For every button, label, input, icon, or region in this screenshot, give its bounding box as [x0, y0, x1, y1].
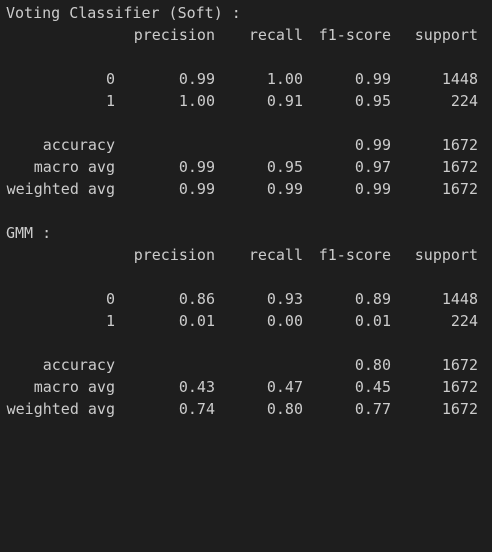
precision-value: 0.99 — [178, 70, 215, 88]
macro-avg-label: macro avg — [33, 158, 115, 176]
recall-value: 0.47 — [266, 378, 303, 396]
precision-value: 1.00 — [178, 92, 215, 110]
weighted-avg-row: weighted avg 0.74 0.80 0.77 1672 — [6, 398, 486, 420]
header-support: support — [414, 246, 478, 264]
support-value: 1672 — [441, 180, 478, 198]
recall-value: 0.93 — [266, 290, 303, 308]
accuracy-row: accuracy 0.99 1672 — [6, 134, 486, 156]
f1-value: 0.45 — [354, 378, 391, 396]
header-recall: recall — [248, 26, 303, 44]
recall-value: 1.00 — [266, 70, 303, 88]
f1-value: 0.99 — [354, 180, 391, 198]
weighted-avg-row: weighted avg 0.99 0.99 0.99 1672 — [6, 178, 486, 200]
accuracy-row: accuracy 0.80 1672 — [6, 354, 486, 376]
report-title-line: GMM : — [6, 222, 486, 244]
weighted-avg-label: weighted avg — [6, 180, 115, 198]
class-row: 0 0.99 1.00 0.99 1448 — [6, 68, 486, 90]
report-title: GMM : — [6, 224, 52, 242]
precision-value: 0.86 — [178, 290, 215, 308]
precision-value: 0.43 — [178, 378, 215, 396]
precision-value: 0.01 — [178, 312, 215, 330]
report-title: Voting Classifier (Soft) : — [6, 4, 241, 22]
f1-value: 0.97 — [354, 158, 391, 176]
support-value: 1672 — [441, 400, 478, 418]
recall-value: 0.91 — [266, 92, 303, 110]
precision-value: 0.99 — [178, 158, 215, 176]
support-value: 224 — [450, 312, 478, 330]
support-value: 224 — [450, 92, 478, 110]
f1-value: 0.77 — [354, 400, 391, 418]
class-row: 1 0.01 0.00 0.01 224 — [6, 310, 486, 332]
f1-value: 0.99 — [354, 70, 391, 88]
support-value: 1672 — [441, 136, 478, 154]
accuracy-label: accuracy — [42, 356, 115, 374]
class-label: 0 — [105, 70, 115, 88]
support-value: 1672 — [441, 356, 478, 374]
support-value: 1448 — [441, 290, 478, 308]
weighted-avg-label: weighted avg — [6, 400, 115, 418]
report-header-row: precision recall f1-score support — [6, 24, 486, 46]
recall-value: 0.99 — [266, 180, 303, 198]
report-header-row: precision recall f1-score support — [6, 244, 486, 266]
f1-value: 0.95 — [354, 92, 391, 110]
header-support: support — [414, 26, 478, 44]
header-f1-score: f1-score — [318, 246, 391, 264]
header-f1-score: f1-score — [318, 26, 391, 44]
f1-value: 0.89 — [354, 290, 391, 308]
class-row: 1 1.00 0.91 0.95 224 — [6, 90, 486, 112]
recall-value: 0.95 — [266, 158, 303, 176]
recall-value: 0.80 — [266, 400, 303, 418]
f1-value: 0.01 — [354, 312, 391, 330]
class-label: 1 — [105, 92, 115, 110]
recall-value: 0.00 — [266, 312, 303, 330]
class-row: 0 0.86 0.93 0.89 1448 — [6, 288, 486, 310]
accuracy-label: accuracy — [42, 136, 115, 154]
header-recall: recall — [248, 246, 303, 264]
support-value: 1672 — [441, 158, 478, 176]
precision-value: 0.74 — [178, 400, 215, 418]
precision-value: 0.99 — [178, 180, 215, 198]
gmm-report: GMM : precision recall f1-score support … — [6, 222, 486, 420]
report-title-line: Voting Classifier (Soft) : — [6, 2, 486, 24]
macro-avg-row: macro avg 0.99 0.95 0.97 1672 — [6, 156, 486, 178]
accuracy-value: 0.80 — [354, 356, 391, 374]
accuracy-value: 0.99 — [354, 136, 391, 154]
support-value: 1672 — [441, 378, 478, 396]
support-value: 1448 — [441, 70, 478, 88]
class-label: 0 — [105, 290, 115, 308]
macro-avg-row: macro avg 0.43 0.47 0.45 1672 — [6, 376, 486, 398]
header-precision: precision — [133, 246, 215, 264]
header-precision: precision — [133, 26, 215, 44]
voting-classifier-report: Voting Classifier (Soft) : precision rec… — [6, 2, 486, 200]
terminal-output: Voting Classifier (Soft) : precision rec… — [0, 0, 492, 421]
macro-avg-label: macro avg — [33, 378, 115, 396]
class-label: 1 — [105, 312, 115, 330]
